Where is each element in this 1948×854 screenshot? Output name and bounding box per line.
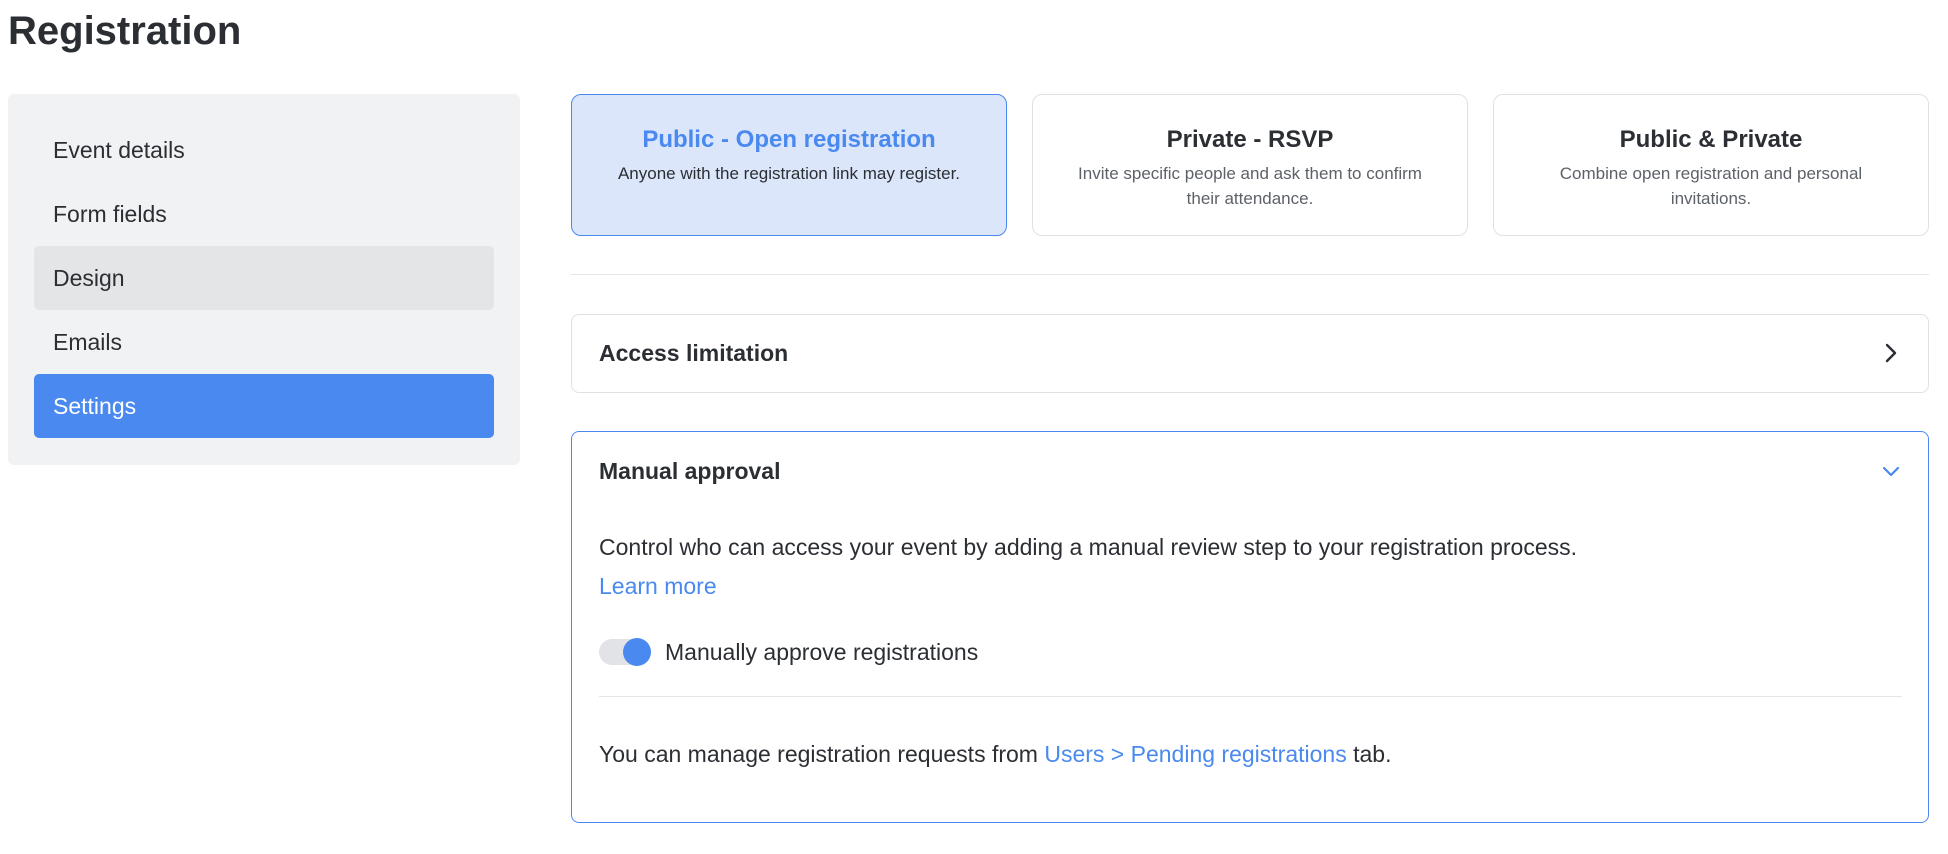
panel-title: Access limitation (599, 339, 789, 366)
section-divider (571, 274, 1929, 275)
card-title: Public - Open registration (642, 126, 936, 153)
panel-title: Manual approval (599, 457, 781, 484)
sidebar-item-label: Event details (53, 136, 185, 163)
manual-approval-body: Control who can access your event by add… (572, 528, 1928, 769)
chevron-down-icon[interactable] (1880, 460, 1902, 482)
card-description: Combine open registration and personal i… (1559, 164, 1863, 208)
learn-more-link[interactable]: Learn more (599, 573, 717, 599)
registration-type-private-card[interactable]: Private - RSVP Invite specific people an… (1032, 94, 1468, 236)
sidebar-item-design[interactable]: Design (34, 246, 494, 310)
sidebar-item-label: Form fields (53, 200, 167, 227)
toggle-knob (623, 638, 651, 666)
card-description: Invite specific people and ask them to c… (1078, 164, 1422, 208)
page-title: Registration (8, 9, 242, 53)
access-limitation-header[interactable]: Access limitation (572, 315, 1928, 391)
manual-approval-header[interactable]: Manual approval (572, 432, 1928, 510)
manual-approval-panel: Manual approval Control who can access y… (571, 431, 1929, 823)
registration-type-public-card[interactable]: Public - Open registration Anyone with t… (571, 94, 1007, 236)
sidebar-item-emails[interactable]: Emails (34, 310, 494, 374)
manual-approval-description: Control who can access your event by add… (599, 534, 1578, 560)
manual-approval-toggle-row: Manually approve registrations (599, 632, 1902, 672)
manual-approval-footer: You can manage registration requests fro… (599, 739, 1902, 769)
access-limitation-panel: Access limitation (571, 314, 1929, 393)
footer-prefix: You can manage registration requests fro… (599, 741, 1045, 767)
footer-suffix: tab. (1346, 741, 1392, 767)
card-title: Private - RSVP (1166, 126, 1334, 153)
chevron-right-icon[interactable] (1880, 342, 1902, 364)
sidebar-item-form-fields[interactable]: Form fields (34, 182, 494, 246)
manual-approval-toggle[interactable] (599, 638, 651, 666)
card-description: Anyone with the registration link may re… (617, 164, 961, 183)
pending-registrations-link[interactable]: Users > Pending registrations (1044, 741, 1346, 767)
card-title: Public & Private (1619, 126, 1803, 153)
inner-divider (599, 696, 1902, 697)
sidebar-item-label: Emails (53, 328, 123, 355)
sidebar: Event details Form fields Design Emails … (8, 94, 520, 465)
sidebar-item-label: Design (53, 264, 125, 291)
sidebar-item-settings[interactable]: Settings (34, 374, 494, 438)
toggle-label: Manually approve registrations (665, 638, 979, 665)
sidebar-item-event-details[interactable]: Event details (34, 118, 494, 182)
registration-type-public-private-card[interactable]: Public & Private Combine open registrati… (1493, 94, 1929, 236)
sidebar-item-label: Settings (53, 392, 137, 419)
